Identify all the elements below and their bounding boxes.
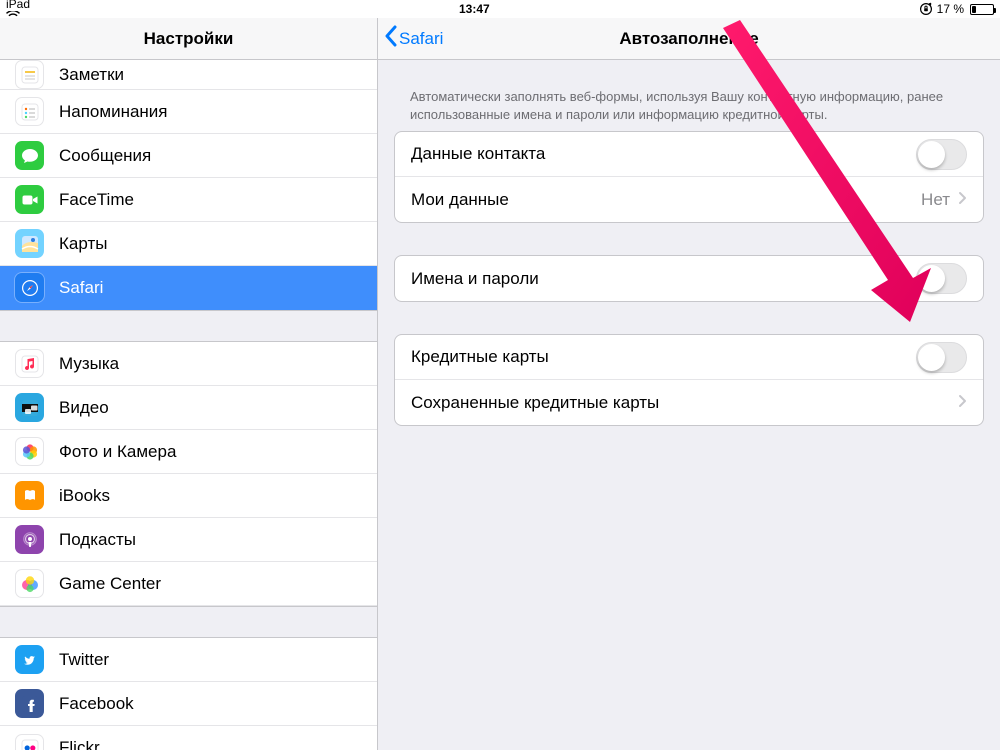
setting-row-contact_info: Данные контакта: [395, 132, 983, 177]
sidebar-item-messages[interactable]: Сообщения: [0, 134, 377, 178]
sidebar-item-label: Подкасты: [59, 530, 362, 550]
setting-label: Мои данные: [411, 190, 921, 210]
setting-value: Нет: [921, 190, 950, 210]
battery-percent: 17 %: [937, 2, 964, 16]
detail-nav: Safari Автозаполнение: [378, 18, 1000, 60]
setting-row-credit_cards: Кредитные карты: [395, 335, 983, 380]
twitter-icon: [15, 645, 44, 674]
sidebar-nav: Настройки: [0, 18, 377, 60]
safari-icon: [15, 273, 44, 302]
sidebar-item-videos[interactable]: Видео: [0, 386, 377, 430]
sidebar-item-safari[interactable]: Safari: [0, 266, 377, 310]
sidebar-item-label: Карты: [59, 234, 362, 254]
sidebar-title: Настройки: [144, 29, 234, 49]
sidebar-item-facetime[interactable]: FaceTime: [0, 178, 377, 222]
setting-row-my_info[interactable]: Мои данныеНет: [395, 177, 983, 222]
settings-sidebar: Настройки Заметки Напоминания Сообщения Fac…: [0, 18, 378, 750]
chevron-left-icon: [384, 25, 397, 52]
setting-label: Кредитные карты: [411, 347, 916, 367]
photos-icon: [15, 437, 44, 466]
detail-title: Автозаполнение: [619, 29, 758, 49]
facebook-icon: [15, 689, 44, 718]
chevron-right-icon: [958, 190, 967, 210]
sidebar-item-music[interactable]: Музыка: [0, 342, 377, 386]
setting-label: Сохраненные кредитные карты: [411, 393, 958, 413]
sidebar-item-label: iBooks: [59, 486, 362, 506]
section-caption: Автоматически заполнять веб-формы, испол…: [378, 60, 1000, 131]
gamecenter-icon: [15, 569, 44, 598]
notes-icon: [15, 60, 44, 89]
sidebar-list[interactable]: Заметки Напоминания Сообщения FaceTime Карты…: [0, 60, 377, 750]
device-label: iPad: [6, 0, 30, 11]
toggle-credit_cards[interactable]: [916, 342, 967, 373]
clock: 13:47: [30, 2, 919, 16]
sidebar-item-facebook[interactable]: Facebook: [0, 682, 377, 726]
setting-row-saved_cards[interactable]: Сохраненные кредитные карты: [395, 380, 983, 425]
setting-label: Данные контакта: [411, 144, 916, 164]
sidebar-item-flickr[interactable]: Flickr: [0, 726, 377, 750]
messages-icon: [15, 141, 44, 170]
sidebar-item-label: Safari: [59, 278, 362, 298]
sidebar-item-label: Сообщения: [59, 146, 362, 166]
setting-row-names_passwords: Имена и пароли: [395, 256, 983, 301]
sidebar-item-label: Flickr: [59, 738, 362, 750]
podcasts-icon: [15, 525, 44, 554]
music-icon: [15, 349, 44, 378]
chevron-right-icon: [958, 393, 967, 413]
sidebar-item-label: Музыка: [59, 354, 362, 374]
sidebar-item-label: Facebook: [59, 694, 362, 714]
sidebar-item-reminders[interactable]: Напоминания: [0, 90, 377, 134]
sidebar-item-notes[interactable]: Заметки: [0, 60, 377, 90]
ibooks-icon: [15, 481, 44, 510]
detail-content: Автоматически заполнять веб-формы, испол…: [378, 60, 1000, 458]
toggle-names_passwords[interactable]: [916, 263, 967, 294]
sidebar-item-label: Game Center: [59, 574, 362, 594]
sidebar-item-twitter[interactable]: Twitter: [0, 638, 377, 682]
detail-pane: Safari Автозаполнение Автоматически запо…: [378, 18, 1000, 750]
back-button[interactable]: Safari: [384, 18, 443, 59]
settings-group: Имена и пароли: [394, 255, 984, 302]
sidebar-item-gamecenter[interactable]: Game Center: [0, 562, 377, 606]
back-label: Safari: [399, 29, 443, 49]
videos-icon: [15, 393, 44, 422]
facetime-icon: [15, 185, 44, 214]
sidebar-item-photos[interactable]: Фото и Камера: [0, 430, 377, 474]
setting-label: Имена и пароли: [411, 269, 916, 289]
sidebar-item-podcasts[interactable]: Подкасты: [0, 518, 377, 562]
rotation-lock-icon: [919, 2, 933, 16]
settings-group: Данные контакта Мои данныеНет: [394, 131, 984, 223]
sidebar-item-label: FaceTime: [59, 190, 362, 210]
maps-icon: [15, 229, 44, 258]
sidebar-item-label: Видео: [59, 398, 362, 418]
sidebar-item-maps[interactable]: Карты: [0, 222, 377, 266]
sidebar-item-label: Фото и Камера: [59, 442, 362, 462]
settings-group: Кредитные карты Сохраненные кредитные кар…: [394, 334, 984, 426]
battery-icon: [968, 4, 994, 15]
sidebar-item-label: Twitter: [59, 650, 362, 670]
status-bar: iPad 13:47 17 %: [0, 0, 1000, 18]
sidebar-item-ibooks[interactable]: iBooks: [0, 474, 377, 518]
toggle-contact_info[interactable]: [916, 139, 967, 170]
sidebar-item-label: Напоминания: [59, 102, 362, 122]
flickr-icon: [15, 734, 44, 750]
reminders-icon: [15, 97, 44, 126]
sidebar-item-label: Заметки: [59, 65, 362, 85]
